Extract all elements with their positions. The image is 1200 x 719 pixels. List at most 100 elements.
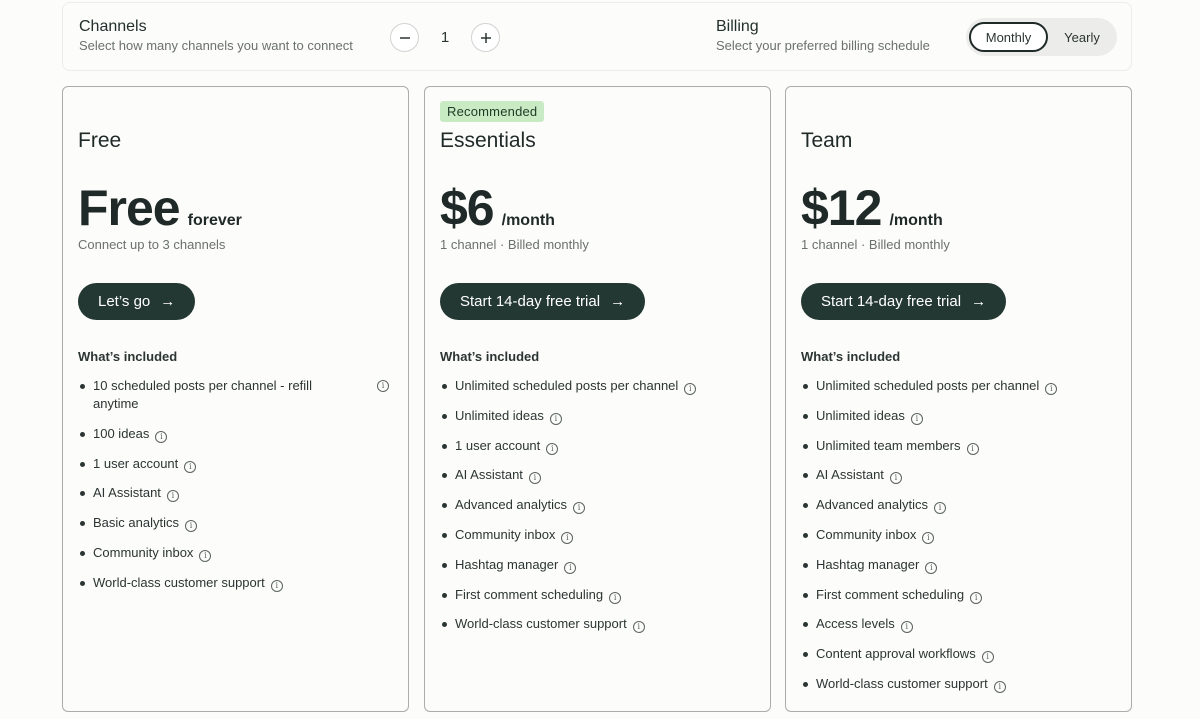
feature-list: Unlimited scheduled posts per channel i U… <box>801 377 1119 705</box>
info-icon[interactable]: i <box>377 380 389 392</box>
feature-list: 10 scheduled posts per channel - refill … <box>78 377 396 604</box>
feature-item: World-class customer support i <box>440 615 758 634</box>
info-icon[interactable]: i <box>199 549 212 562</box>
feature-label: Community inbox <box>816 526 917 542</box>
feature-item: Content approval workflows i <box>801 645 1119 664</box>
price-note: 1 channel · Billed monthly <box>440 237 589 252</box>
channels-subtitle: Select how many channels you want to con… <box>79 38 353 53</box>
info-icon[interactable]: i <box>184 460 197 473</box>
start-trial-button[interactable]: Start 14-day free trial → <box>801 283 1007 320</box>
plan-price: Free <box>78 180 181 236</box>
feature-item: Unlimited scheduled posts per channel i <box>801 377 1119 395</box>
info-icon[interactable]: i <box>546 442 559 455</box>
channels-title: Channels <box>79 18 147 35</box>
feature-item: First comment scheduling i <box>440 586 758 604</box>
info-icon[interactable]: i <box>925 561 938 574</box>
billing-toggle: Monthly Yearly <box>966 18 1117 56</box>
info-icon[interactable]: i <box>966 442 979 455</box>
info-icon[interactable]: i <box>993 680 1006 693</box>
feature-item: Basic analytics i <box>78 514 396 533</box>
start-trial-button[interactable]: Start 14-day free trial → <box>440 283 646 320</box>
price-suffix: /month <box>501 212 555 229</box>
info-icon[interactable]: i <box>1045 383 1058 395</box>
plan-card-team: Team $12 /month 1 channel · Billed month… <box>785 86 1132 712</box>
feature-item: Unlimited scheduled posts per channel i <box>440 377 758 395</box>
info-icon[interactable]: i <box>684 383 697 395</box>
feature-item: Community inbox i <box>440 526 758 544</box>
info-icon[interactable]: i <box>981 651 994 664</box>
price-row: $12 /month <box>801 179 943 237</box>
arrow-right-icon: → <box>971 293 987 310</box>
info-icon[interactable]: i <box>573 502 586 515</box>
feature-item: AI Assistant i <box>440 466 758 485</box>
plus-icon <box>480 32 491 43</box>
whats-included-heading: What’s included <box>801 349 901 364</box>
feature-item: Unlimited ideas i <box>801 407 1119 425</box>
info-icon[interactable]: i <box>910 412 923 425</box>
info-icon[interactable]: i <box>184 520 197 533</box>
feature-label: World-class customer support <box>816 675 988 691</box>
feature-label: 1 user account <box>455 437 541 453</box>
feature-label: Unlimited ideas <box>455 407 544 423</box>
feature-label: Community inbox <box>455 526 556 542</box>
channels-count: 1 <box>440 29 450 46</box>
plan-name: Free <box>78 129 122 152</box>
lets-go-button[interactable]: Let’s go → <box>78 283 196 320</box>
info-icon[interactable]: i <box>561 531 574 544</box>
info-icon[interactable]: i <box>922 531 935 544</box>
info-icon[interactable]: i <box>564 561 577 574</box>
plan-card-essentials: Recommended Essentials $6 /month 1 chann… <box>424 86 771 712</box>
feature-item: Access levels i <box>801 615 1119 634</box>
feature-item: Unlimited ideas i <box>440 407 758 425</box>
increment-channels-button[interactable] <box>471 23 500 52</box>
feature-label: Hashtag manager <box>816 556 920 572</box>
feature-item: 1 user account i <box>78 455 396 473</box>
feature-item: AI Assistant i <box>78 484 396 503</box>
feature-list: Unlimited scheduled posts per channel i U… <box>440 377 758 645</box>
info-icon[interactable]: i <box>970 591 983 604</box>
feature-label: First comment scheduling <box>816 586 965 602</box>
feature-label: First comment scheduling <box>455 586 604 602</box>
info-icon[interactable]: i <box>889 472 902 485</box>
price-row: Free forever <box>78 179 242 237</box>
info-icon[interactable]: i <box>609 591 622 604</box>
info-icon[interactable]: i <box>900 621 913 634</box>
price-note: Connect up to 3 channels <box>78 237 226 252</box>
billing-option-monthly[interactable]: Monthly <box>969 22 1048 52</box>
feature-label: World-class customer support <box>455 616 627 632</box>
feature-label: AI Assistant <box>93 485 161 501</box>
feature-item: Unlimited team members i <box>801 437 1119 455</box>
feature-label: Community inbox <box>93 544 194 560</box>
arrow-right-icon: → <box>610 293 626 310</box>
info-icon[interactable]: i <box>549 412 562 425</box>
feature-item: World-class customer support i <box>78 574 396 592</box>
billing-title: Billing <box>716 18 759 35</box>
feature-item: 100 ideas i <box>78 425 396 443</box>
feature-label: 100 ideas <box>93 425 150 441</box>
info-icon[interactable]: i <box>155 430 168 443</box>
feature-label: Unlimited scheduled posts per channel <box>816 378 1040 393</box>
info-icon[interactable]: i <box>632 621 645 634</box>
feature-item: Community inbox i <box>801 526 1119 544</box>
decrement-channels-button[interactable] <box>390 23 419 52</box>
feature-label: Unlimited team members <box>816 437 961 453</box>
feature-label: Content approval workflows <box>816 646 976 662</box>
info-icon[interactable]: i <box>934 502 947 515</box>
billing-option-yearly[interactable]: Yearly <box>1050 22 1114 52</box>
feature-label: AI Assistant <box>455 467 523 483</box>
price-row: $6 /month <box>440 179 555 237</box>
feature-label: Unlimited scheduled posts per channel <box>455 378 679 393</box>
feature-item: Community inbox i <box>78 544 396 562</box>
info-icon[interactable]: i <box>166 490 179 503</box>
whats-included-heading: What’s included <box>440 349 540 364</box>
feature-label: 10 scheduled posts per channel - refill … <box>93 378 312 411</box>
arrow-right-icon: → <box>160 293 176 310</box>
minus-icon <box>399 36 410 39</box>
recommended-badge: Recommended <box>440 101 545 122</box>
feature-item: Hashtag manager i <box>440 556 758 574</box>
cta-label: Start 14-day free trial <box>821 293 962 310</box>
plan-price: $6 <box>440 180 495 236</box>
cta-label: Start 14-day free trial <box>460 293 601 310</box>
info-icon[interactable]: i <box>528 472 541 485</box>
info-icon[interactable]: i <box>270 579 283 592</box>
